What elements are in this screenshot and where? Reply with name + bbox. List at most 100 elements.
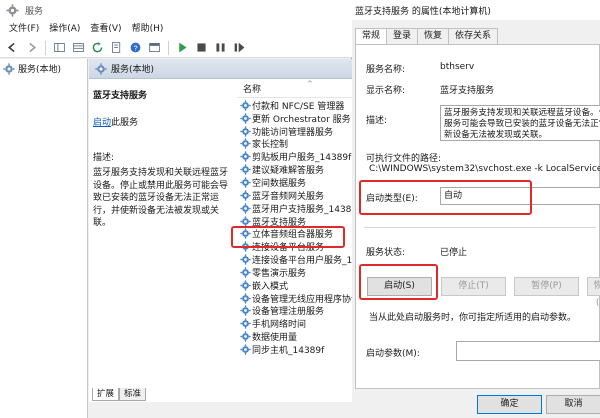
gear-icon (240, 164, 251, 175)
service-row[interactable]: 更新 Orchestrator 服务 (237, 112, 352, 125)
description-line: 新设备无法被发现或关联。 (444, 130, 548, 140)
ok-button[interactable]: 确定 (477, 395, 542, 414)
list-view-button[interactable] (70, 39, 87, 56)
horizontal-scrollbar[interactable] (89, 402, 352, 418)
menu-view[interactable]: 查看(V) (85, 20, 126, 38)
help-button[interactable]: ? (127, 39, 144, 56)
console-tree-button[interactable] (51, 39, 68, 56)
description-text: 蓝牙服务支持发现和关联远程蓝牙设备。停止或禁用此服务可能会导致已安装的蓝牙设备无… (93, 168, 229, 228)
start-service-link[interactable]: 启动 (93, 118, 111, 128)
service-row[interactable]: 手机网络时间 (237, 317, 352, 330)
service-row[interactable]: 蓝牙用户支持服务_14389f (237, 202, 352, 215)
service-action: 启动此服务 (93, 115, 233, 128)
start-params-label: 启动参数(M): (366, 349, 420, 359)
gear-icon (240, 344, 251, 355)
exe-path-value: C:\WINDOWS\system32\svchost.exe -k Local… (369, 164, 600, 174)
pause-button[interactable]: 暂停(P) (514, 277, 579, 296)
pane-header-title: 服务(本地) (111, 65, 155, 75)
menu-file[interactable]: 文件(F) (4, 20, 44, 38)
service-row[interactable]: 设备管理注册服务 (237, 305, 352, 318)
gear-icon (240, 190, 251, 201)
toolbar: ? (0, 38, 352, 58)
service-row-label: 功能访问管理器服务 (252, 127, 334, 138)
grid-icon (73, 43, 84, 52)
gear-icon (240, 280, 251, 291)
service-row[interactable]: 连接设备平台用户服务_14389f (237, 253, 352, 266)
service-row-label: 付款和 NFC/SE 管理器 (252, 101, 345, 112)
service-status-value: 已停止 (440, 248, 468, 258)
service-row-label: 设备管理注册服务 (252, 307, 325, 318)
description-line: 服务可能会导致已安装的蓝牙设备无法正常 (444, 119, 600, 129)
service-row[interactable]: 空间数据服务 (237, 176, 352, 189)
service-row[interactable]: 数据使用量 (237, 330, 352, 343)
export-button[interactable] (108, 39, 125, 56)
service-row-label: 设备管理无线应用程序协议 (252, 294, 352, 305)
service-row[interactable]: 同步主机_14389f (237, 343, 352, 356)
highlight-box-start-button (359, 264, 438, 300)
cancel-button[interactable]: 取消 (546, 395, 600, 414)
stop-button[interactable]: 停止(T) (441, 277, 506, 296)
service-row-label: 家长控制 (252, 140, 289, 151)
description-box[interactable]: 蓝牙服务支持发现和关联远程蓝牙设备。停 服务可能会导致已安装的蓝牙设备无法正常 … (440, 105, 600, 141)
window-icon (149, 43, 160, 52)
service-row[interactable]: 蓝牙音频网关服务 (237, 189, 352, 202)
service-row[interactable]: 嵌入模式 (237, 279, 352, 292)
tree-item-services-local[interactable]: 服务(本地) (3, 62, 61, 75)
tab-standard[interactable]: 标准 (119, 388, 147, 401)
gear-icon (95, 62, 107, 75)
gear-icon (240, 100, 251, 111)
start-params-hint: 当从此处启动服务时，你可指定所适用的启动参数。 (369, 313, 577, 323)
service-row-label: 手机网络时间 (252, 320, 307, 331)
service-row[interactable]: 功能访问管理器服务 (237, 125, 352, 138)
service-row[interactable]: 设备管理无线应用程序协议 (237, 292, 352, 305)
gear-icon (240, 113, 251, 124)
tab-general[interactable]: 常规 (355, 28, 388, 45)
forward-button[interactable] (23, 39, 40, 56)
tab-dependencies[interactable]: 依存关系 (448, 28, 499, 44)
service-row-label: 建议疑难解答服务 (252, 166, 325, 177)
pause-service-button[interactable] (212, 39, 229, 56)
dialog-general-panel: 服务名称: bthserv 显示名称: 蓝牙支持服务 描述: 蓝牙服务支持发现和… (355, 44, 600, 389)
gear-icon (240, 267, 251, 278)
gear-icon (240, 215, 251, 227)
start-params-input[interactable] (456, 341, 600, 361)
service-row[interactable]: 建议疑难解答服务 (237, 163, 352, 176)
refresh-button[interactable] (89, 39, 106, 56)
gear-icon (6, 3, 19, 17)
export-icon (112, 42, 121, 53)
start-service-button[interactable] (174, 39, 191, 56)
service-row[interactable]: 剪贴板用户服务_14389f (237, 150, 352, 163)
restart-service-button[interactable] (231, 39, 248, 56)
service-row[interactable]: 零售演示服务 (237, 266, 352, 279)
stop-service-button[interactable] (193, 39, 210, 56)
service-row[interactable]: 付款和 NFC/SE 管理器 (237, 99, 352, 112)
service-row-label: 嵌入模式 (252, 281, 289, 292)
service-row[interactable]: 家长控制 (237, 138, 352, 151)
highlight-box-selected-service (231, 226, 345, 248)
description-label: 描述: (93, 153, 115, 163)
tab-recovery[interactable]: 恢复 (417, 28, 450, 44)
service-row-label: 零售演示服务 (252, 268, 307, 279)
play-icon (179, 42, 187, 53)
console-button[interactable] (146, 39, 163, 56)
menu-help[interactable]: 帮助(H) (127, 20, 169, 38)
column-header-label: 名称 (243, 85, 262, 95)
tab-extended[interactable]: 扩展 (92, 388, 120, 401)
view-tabs: 扩展 标准 (89, 388, 352, 401)
arrow-right-icon (29, 42, 37, 53)
svg-text:?: ? (133, 43, 137, 52)
resume-button[interactable]: 恢复(R) (587, 277, 600, 308)
sort-up-icon: ^ (307, 80, 313, 88)
panel-icon (54, 43, 65, 52)
service-row-label: 更新 Orchestrator 服务 (252, 114, 351, 125)
menu-action[interactable]: 操作(A) (44, 20, 85, 38)
console-tree: 服务(本地) (0, 59, 88, 418)
pane-header: 服务(本地) (89, 59, 352, 79)
dialog-tabs: 常规 登录 恢复 依存关系 (355, 28, 499, 45)
service-row-label: 蓝牙用户支持服务_14389f (252, 204, 352, 215)
back-button[interactable] (4, 39, 21, 56)
tab-logon[interactable]: 登录 (386, 28, 419, 44)
gear-icon (3, 62, 15, 75)
column-header-name[interactable]: ^ 名称 (237, 80, 352, 98)
toolbar-separator (45, 40, 46, 55)
